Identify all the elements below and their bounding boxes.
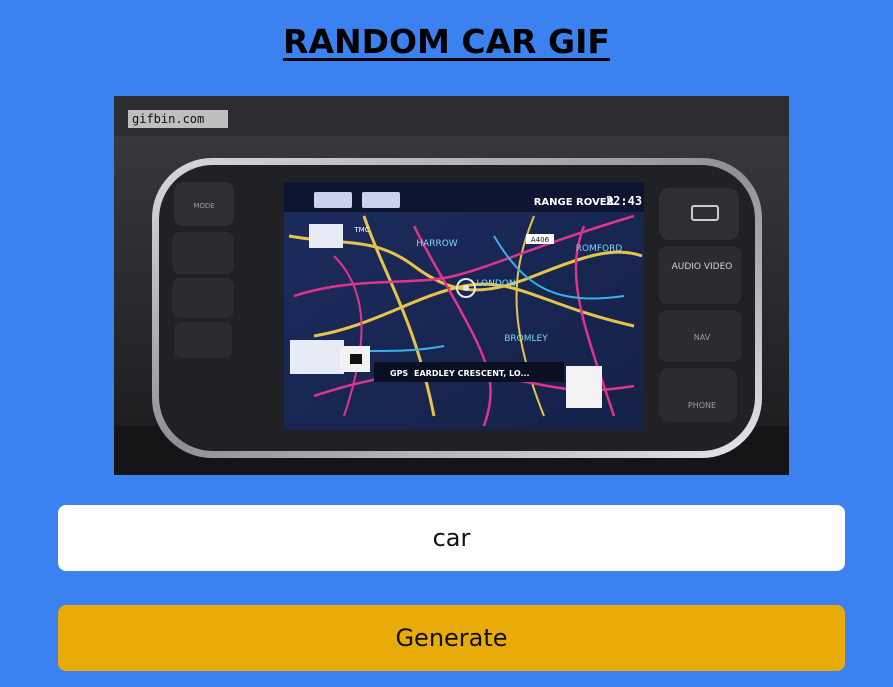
car-gif-image: MODE AUDIO VIDEO NAV PHONE RANGE ROVER 2… (114, 96, 789, 475)
map-place-harrow: HARROW (416, 239, 458, 249)
gps-label: GPS (390, 369, 408, 378)
map-place-bromley: BROMLEY (504, 334, 548, 344)
gifbin-watermark: gifbin.com (132, 112, 204, 126)
audio-video-button-label: AUDIO VIDEO (672, 262, 733, 272)
map-tmc-label: TMC (353, 226, 369, 234)
map-road-box: A406 (531, 236, 550, 244)
map-place-london: LONDON (476, 279, 515, 289)
map-place-romford: ROMFORD (576, 244, 623, 254)
street-name: EARDLEY CRESCENT, LO... (414, 369, 530, 378)
navigation-screen: RANGE ROVER 22:43 HARROW ROMFORD LONDON … (284, 182, 644, 430)
vehicle-brand-text: RANGE ROVER (534, 197, 615, 208)
mode-button-label: MODE (193, 202, 214, 210)
phone-button-label: PHONE (688, 401, 716, 410)
clock-text: 22:43 (606, 194, 642, 208)
generate-button[interactable]: Generate (58, 605, 845, 671)
page-title: RANDOM CAR GIF (283, 22, 610, 61)
left-hardware-buttons: MODE (172, 182, 234, 358)
nav-button-label: NAV (694, 333, 711, 342)
search-query-input[interactable] (58, 505, 845, 571)
